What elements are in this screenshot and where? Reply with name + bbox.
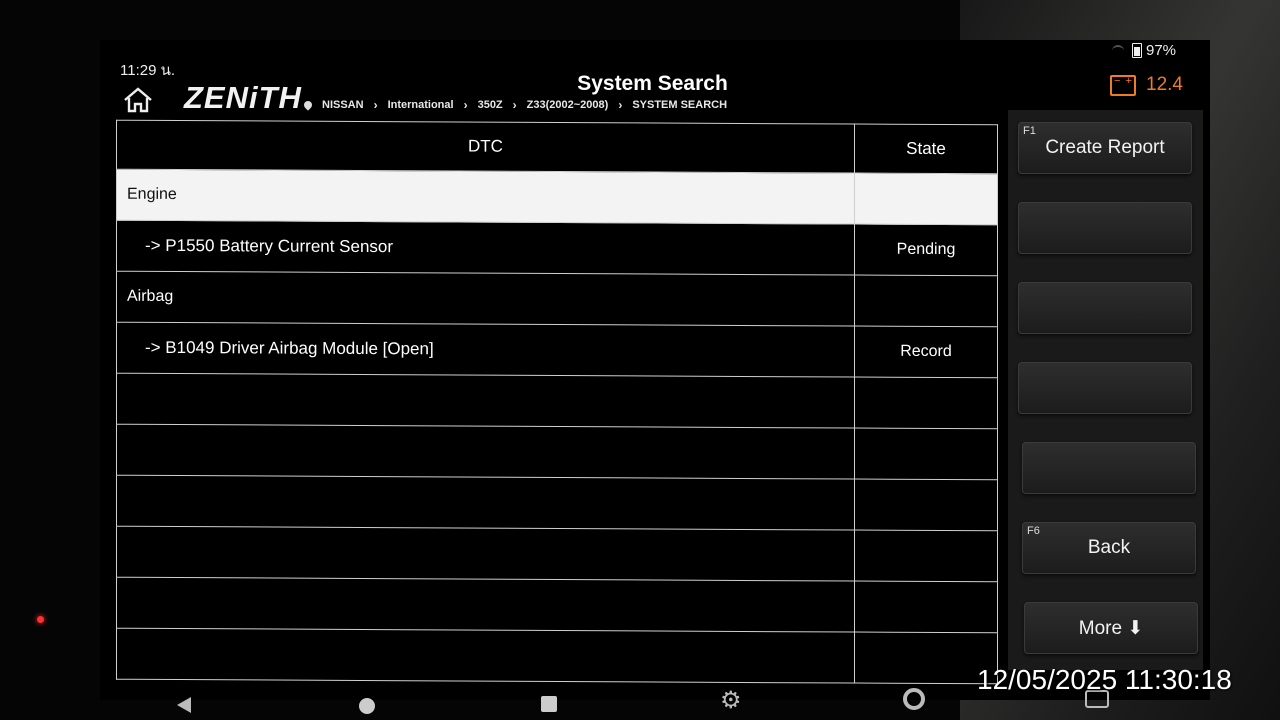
back-button[interactable]: F6 Back [1022,522,1196,574]
table-row-empty [116,577,998,633]
fkey-label: F6 [1027,525,1040,537]
table-row-empty [116,526,998,582]
nav-home-icon[interactable] [359,698,375,714]
breadcrumb-item[interactable]: 350Z [478,99,503,111]
button-label: Back [1087,537,1131,558]
fkey-label: F1 [1023,125,1036,137]
table-row-empty [116,373,998,429]
battery-level: 97% [1146,42,1177,59]
empty-cell [854,530,998,582]
home-icon[interactable] [122,86,154,114]
table-row-empty [116,475,998,531]
empty-cell [116,424,855,480]
empty-cell [116,373,855,429]
wifi-icon [1112,44,1124,57]
function-button-empty[interactable] [1018,282,1192,334]
location-pin-icon [302,99,314,111]
battery-icon [1132,43,1142,58]
empty-cell [854,479,998,531]
state-cell [854,275,998,327]
dtc-label: -> P1550 Battery Current Sensor [116,220,855,276]
category-label: Engine [116,169,855,225]
breadcrumb-item[interactable]: International [388,99,454,111]
function-button-empty[interactable] [1022,442,1196,494]
page-title: System Search [577,72,728,95]
button-label: More ⬇ [1078,617,1144,639]
dtc-table: DTC State Engine -> P1550 Battery Curren… [116,119,998,685]
table-row-category[interactable]: Engine [116,169,998,225]
empty-cell [854,428,998,480]
voltage-value: 12.4 [1146,74,1183,95]
table-row-empty [116,628,998,684]
breadcrumb-item: SYSTEM SEARCH [632,99,728,111]
state-cell: Pending [854,224,998,276]
breadcrumb: NISSAN › International › 350Z › Z33(2002… [302,98,728,112]
function-button-empty[interactable] [1018,362,1192,414]
column-header-state: State [854,124,998,174]
nav-back-icon[interactable] [177,697,191,713]
category-label: Airbag [116,271,855,327]
zenith-logo: ZENiTH [184,80,302,115]
chevron-right-icon: › [618,98,623,112]
table-row-dtc[interactable]: -> P1550 Battery Current Sensor Pending [116,220,998,276]
empty-cell [854,377,998,429]
indicator-led [37,616,44,623]
nav-recent-apps-icon[interactable] [541,696,557,712]
chevron-right-icon: › [373,98,378,112]
breadcrumb-item[interactable]: NISSAN [322,99,364,111]
table-row-empty [116,424,998,480]
empty-cell [116,628,855,684]
voltage-readout: 12.4 [1110,74,1183,96]
function-button-empty[interactable] [1018,202,1192,254]
settings-gear-icon[interactable]: ⚙ [720,686,742,715]
table-row-dtc[interactable]: -> B1049 Driver Airbag Module [Open] Rec… [116,322,998,378]
browser-icon[interactable] [903,688,925,710]
more-button[interactable]: More ⬇ [1024,602,1198,654]
column-header-dtc: DTC [116,120,855,174]
status-right: 97% [1112,42,1176,59]
table-row-category[interactable]: Airbag [116,271,998,327]
status-time: 11:29 น. [120,62,176,79]
chevron-right-icon: › [463,98,468,112]
breadcrumb-item[interactable]: Z33(2002~2008) [527,99,609,111]
chevron-right-icon: › [512,98,517,112]
create-report-button[interactable]: F1 Create Report [1018,122,1192,174]
empty-cell [854,581,998,633]
empty-cell [116,577,855,633]
state-cell: Record [854,326,998,378]
button-label: Create Report [1045,137,1165,158]
state-cell [854,173,998,225]
dtc-label: -> B1049 Driver Airbag Module [Open] [116,322,855,378]
car-battery-icon [1110,74,1136,96]
photo-timestamp: 12/05/2025 11:30:18 [977,664,1232,695]
empty-cell [116,526,855,582]
empty-cell [116,475,855,531]
